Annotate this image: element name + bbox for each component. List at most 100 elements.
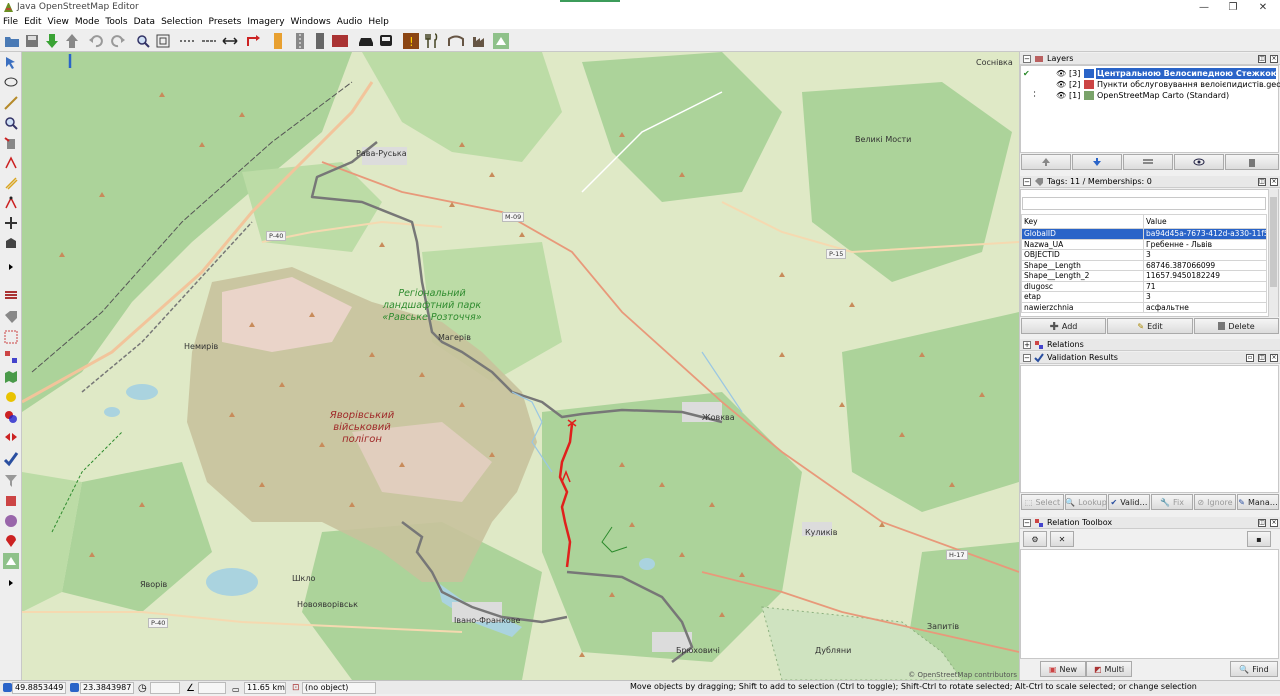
panel-close-icon[interactable]: ×: [1270, 55, 1278, 63]
bus-icon[interactable]: [376, 31, 395, 50]
extrude-icon[interactable]: [2, 194, 20, 212]
preset-highway-icon[interactable]: [268, 31, 287, 50]
menu-data[interactable]: Data: [131, 15, 159, 28]
zoom-mode-icon[interactable]: [2, 114, 20, 132]
tag-row[interactable]: GlobalIDba94d45a-7673-412d-a330-11f5b…: [1021, 228, 1267, 240]
preset-area-icon[interactable]: [330, 31, 349, 50]
map-canvas[interactable]: [22, 52, 1019, 680]
parallel-icon[interactable]: [2, 174, 20, 192]
tag-value[interactable]: ba94d45a-7673-412d-a330-11f5b…: [1143, 228, 1267, 240]
menu-view[interactable]: View: [45, 15, 72, 28]
panel-detach-icon[interactable]: ◫: [1258, 178, 1266, 186]
draw-mode-icon[interactable]: [2, 94, 20, 112]
bridge-icon[interactable]: [446, 31, 465, 50]
conflict-icon[interactable]: [2, 388, 20, 406]
tag-key[interactable]: GlobalID: [1021, 228, 1144, 240]
map-paint-mode-icon[interactable]: [2, 552, 20, 570]
split-way-icon[interactable]: [177, 31, 196, 50]
select-mode-icon[interactable]: [2, 54, 20, 72]
lookup-button[interactable]: 🔍 Lookup: [1065, 494, 1107, 510]
add-tag-button[interactable]: ✚ Add: [1021, 318, 1106, 334]
toolbox-options-icon[interactable]: ▪: [1247, 531, 1271, 547]
fix-button[interactable]: 🔧 Fix: [1151, 494, 1193, 510]
industrial-icon[interactable]: [470, 31, 489, 50]
preset-track-icon[interactable]: [310, 31, 329, 50]
map-attribution[interactable]: © OpenStreetMap contributors: [908, 671, 1017, 679]
relations-panel-header[interactable]: + Relations: [1020, 339, 1280, 351]
toggle-visibility-button[interactable]: [1174, 154, 1224, 170]
menu-imagery[interactable]: Imagery: [244, 15, 287, 28]
tag-value[interactable]: 11657.9450182249: [1143, 270, 1267, 282]
upload-icon[interactable]: [62, 31, 81, 50]
collapse-icon[interactable]: −: [1023, 178, 1031, 186]
close-button[interactable]: ✕: [1251, 1, 1275, 14]
toggle-layers-icon[interactable]: [2, 286, 20, 304]
tag-key[interactable]: OBJECTID: [1021, 249, 1144, 261]
layer-row-1[interactable]: ⠅ 👁 [1] OpenStreetMap Carto (Standard): [1020, 90, 1278, 101]
redo-icon[interactable]: [108, 31, 127, 50]
undo-icon[interactable]: [86, 31, 105, 50]
expand-tools-icon[interactable]: [2, 258, 20, 276]
tag-key[interactable]: etap: [1021, 291, 1144, 303]
notes-icon[interactable]: [2, 492, 20, 510]
move-icon[interactable]: [2, 214, 20, 232]
tag-value[interactable]: 3: [1143, 291, 1267, 303]
zoom-fit-icon[interactable]: [153, 31, 172, 50]
tag-key[interactable]: Shape__Length_2: [1021, 270, 1144, 282]
menu-edit[interactable]: Edit: [21, 15, 44, 28]
panel-settings-icon[interactable]: ▫: [1246, 354, 1254, 362]
map-paint-icon[interactable]: [491, 31, 510, 50]
tag-row[interactable]: etap 3: [1021, 291, 1267, 303]
delete-layer-button[interactable]: [1225, 154, 1279, 170]
delete-tag-button[interactable]: Delete: [1194, 318, 1279, 334]
tag-key[interactable]: Shape__Length: [1021, 259, 1144, 271]
clear-icon[interactable]: ✕: [1050, 531, 1074, 547]
tag-value[interactable]: 68746.387066099: [1143, 259, 1267, 271]
tag-row[interactable]: Nazwa_UA Гребенне - Львів: [1021, 238, 1267, 250]
layer-row-3[interactable]: ✔ 👁 [3] Центральною Велосипедною Стежкою…: [1020, 68, 1278, 79]
visibility-eye-icon[interactable]: 👁: [1056, 79, 1066, 90]
lasso-icon[interactable]: [2, 74, 20, 92]
tag-row[interactable]: Shape__Length_2 11657.9450182249: [1021, 270, 1267, 282]
collapse-icon[interactable]: −: [1023, 55, 1031, 63]
menu-audio[interactable]: Audio: [334, 15, 366, 28]
zoom-icon[interactable]: [133, 31, 152, 50]
tag-key[interactable]: dlugosc: [1021, 280, 1144, 292]
collapse-icon[interactable]: −: [1023, 519, 1031, 527]
tag-value[interactable]: 71: [1143, 280, 1267, 292]
tags-panel-header[interactable]: − Tags: 11 / Memberships: 0 ◫ ×: [1020, 176, 1280, 188]
find-relation-button[interactable]: 🔍 Find: [1230, 661, 1278, 677]
layer-row-2[interactable]: 👁 [2] Пункти обслуговування велоієпидист…: [1020, 79, 1280, 90]
download-icon[interactable]: [42, 31, 61, 50]
combine-way-icon[interactable]: [199, 31, 218, 50]
visibility-eye-icon[interactable]: 👁: [1056, 90, 1066, 101]
select-button[interactable]: ⬚ Select: [1021, 494, 1064, 510]
tags-value-header[interactable]: Value: [1143, 214, 1267, 229]
changeset-icon[interactable]: [2, 428, 20, 446]
expand-icon[interactable]: +: [1023, 341, 1031, 349]
panel-close-icon[interactable]: ×: [1270, 519, 1278, 527]
tag-key[interactable]: nawierzchnia: [1021, 301, 1144, 313]
tags-filter-input[interactable]: [1022, 197, 1266, 210]
panel-close-icon[interactable]: ×: [1270, 354, 1278, 362]
merge-layers-button[interactable]: [1123, 154, 1173, 170]
menu-windows[interactable]: Windows: [288, 15, 334, 28]
tags-key-header[interactable]: Key: [1021, 214, 1144, 229]
car-icon[interactable]: [356, 31, 375, 50]
save-icon[interactable]: [22, 31, 41, 50]
tag-key[interactable]: Nazwa_UA: [1021, 238, 1144, 250]
scroll-thumb[interactable]: [1270, 197, 1277, 287]
settings-icon[interactable]: ⚙: [1023, 531, 1047, 547]
map-marker-icon[interactable]: [2, 532, 20, 550]
relation-list-icon[interactable]: [2, 348, 20, 366]
menu-selection[interactable]: Selection: [158, 15, 205, 28]
open-file-icon[interactable]: [2, 31, 21, 50]
maximize-button[interactable]: ❐: [1221, 1, 1245, 14]
menu-mode[interactable]: Mode: [72, 15, 103, 28]
minimize-button[interactable]: —: [1192, 1, 1216, 14]
history-icon[interactable]: [2, 512, 20, 530]
filter-icon[interactable]: [2, 472, 20, 490]
panel-detach-icon[interactable]: ◫: [1258, 519, 1266, 527]
reverse-way-icon[interactable]: [220, 31, 239, 50]
menu-help[interactable]: Help: [365, 15, 392, 28]
